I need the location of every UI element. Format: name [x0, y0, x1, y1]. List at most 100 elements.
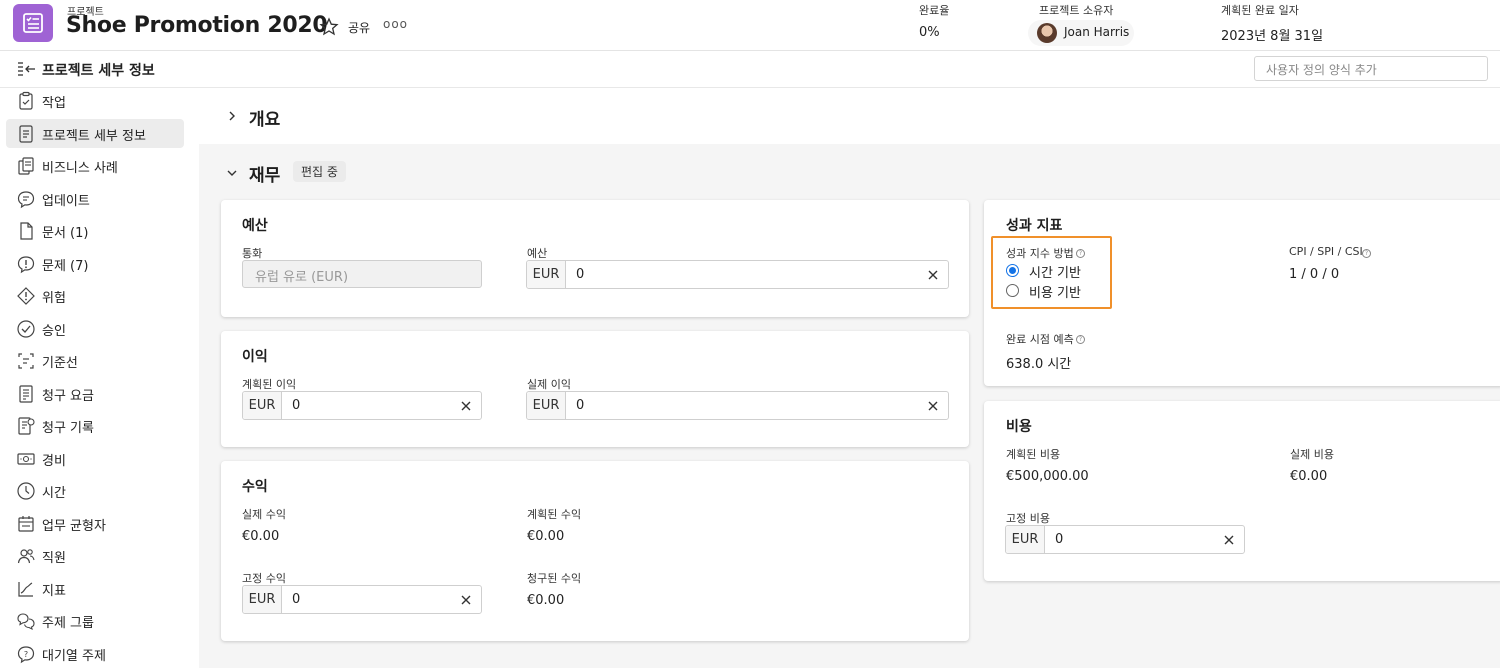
actual-profit-label: 실제 이익 [527, 378, 571, 391]
finance-title[interactable]: 재무 [249, 161, 280, 186]
sidebar-item-8[interactable]: 기준선 [6, 346, 184, 375]
highlight-box [991, 236, 1112, 309]
clear-icon[interactable] [918, 392, 948, 419]
sidebar-item-label: 청구 요금 [42, 388, 94, 404]
profit-title: 이익 [242, 349, 268, 365]
favorite-star-icon[interactable] [319, 17, 339, 37]
currency-code: EUR [243, 586, 282, 613]
billing-rates-icon [19, 384, 33, 403]
sidebar-item-12[interactable]: 시간 [6, 476, 184, 505]
cpi-label: CPI / SPI / CSI [1289, 245, 1363, 258]
fixed-revenue-input[interactable]: EUR 0 [242, 585, 482, 614]
sidebar-item-4[interactable]: 문서 (1) [6, 216, 184, 245]
clear-icon[interactable] [1214, 526, 1244, 553]
sidebar-item-label: 승인 [42, 323, 66, 339]
revenue-card: 수익 실제 수익 €0.00 계획된 수익 €0.00 고정 수익 EUR 0 … [221, 461, 969, 641]
planned-profit-label: 계획된 이익 [242, 378, 297, 391]
sidebar-item-9[interactable]: 청구 요금 [6, 379, 184, 408]
chevron-down-icon[interactable] [226, 168, 238, 178]
help-icon[interactable]: ? [1076, 335, 1085, 344]
billing-records-icon [18, 417, 35, 435]
planned-profit-amount[interactable]: 0 [282, 392, 451, 419]
fixed-cost-label: 고정 비용 [1006, 512, 1050, 525]
sidebar-item-label: 업무 균형자 [42, 518, 106, 534]
profit-card: 이익 계획된 이익 EUR 0 실제 이익 EUR 0 [221, 331, 969, 447]
checklist-icon [23, 13, 43, 33]
queue-topic-icon: ? [17, 645, 35, 663]
sidebar-item-0[interactable]: 작업 [6, 86, 184, 115]
sidebar-item-6[interactable]: 위험 [6, 281, 184, 310]
svg-text:?: ? [24, 650, 28, 659]
sidebar-item-label: 위험 [42, 291, 66, 306]
owner-name[interactable]: Joan Harris [1064, 25, 1129, 39]
billed-revenue-value: €0.00 [527, 593, 565, 608]
forecast-label: 완료 시점 예측 [1006, 333, 1074, 346]
sidebar-item-7[interactable]: 승인 [6, 314, 184, 343]
sidebar-item-16[interactable]: 주제 그룹 [6, 606, 184, 635]
sidebar-nav: 작업프로젝트 세부 정보비즈니스 사례업데이트문서 (1) 문제 (7) 위험승인기… [0, 88, 199, 668]
editing-badge: 편집 중 [293, 161, 346, 182]
sidebar-item-label: 업데이트 [42, 193, 90, 209]
sidebar-item-14[interactable]: 직원 [6, 541, 184, 570]
fixed-revenue-amount[interactable]: 0 [282, 586, 451, 613]
owner-avatar [1037, 23, 1057, 43]
budget-amount[interactable]: 0 [566, 261, 918, 288]
project-title[interactable]: Shoe Promotion 2020 [66, 13, 328, 38]
owner-label: 프로젝트 소유자 [1039, 4, 1114, 17]
sidebar-item-2[interactable]: 비즈니스 사례 [6, 151, 184, 180]
fixed-cost-input[interactable]: EUR 0 [1005, 525, 1245, 554]
more-options-button[interactable]: ooo [383, 17, 408, 31]
sidebar-item-17[interactable]: ? 대기열 주제 [6, 639, 184, 668]
sidebar-item-label: 기준선 [42, 356, 78, 371]
actual-cost-value: €0.00 [1290, 469, 1328, 484]
revenue-title: 수익 [242, 479, 268, 495]
currency-label: 통화 [242, 247, 263, 260]
share-button[interactable]: 공유 [348, 19, 370, 36]
overview-section[interactable]: 개요 [199, 88, 1500, 144]
sidebar-item-3[interactable]: 업데이트 [6, 184, 184, 213]
metrics-line-icon [18, 581, 33, 597]
clear-icon[interactable] [918, 261, 948, 288]
billed-revenue-label: 청구된 수익 [527, 572, 582, 585]
sidebar-item-5[interactable]: 문제 (7) [6, 249, 184, 278]
sidebar-item-1[interactable]: 프로젝트 세부 정보 [6, 118, 184, 148]
workload-calendar-icon [18, 515, 34, 532]
planned-completion-value[interactable]: 2023년 8월 31일 [1221, 25, 1323, 44]
add-custom-form-input[interactable]: 사용자 정의 양식 추가 [1254, 56, 1488, 81]
actual-profit-input[interactable]: EUR 0 [526, 391, 949, 420]
sidebar-item-10[interactable]: 청구 기록 [6, 411, 184, 440]
business-case-icon [18, 157, 34, 175]
clock-icon [17, 482, 35, 500]
currency-field: 유럽 유로 (EUR) [242, 260, 482, 288]
actual-cost-label: 실제 비용 [1290, 448, 1334, 461]
planned-revenue-label: 계획된 수익 [527, 508, 582, 521]
overview-title[interactable]: 개요 [249, 105, 280, 130]
planned-profit-input[interactable]: EUR 0 [242, 391, 482, 420]
sidebar-item-label: 직원 [42, 551, 66, 566]
budget-input[interactable]: EUR 0 [526, 260, 949, 289]
people-icon [17, 549, 35, 564]
actual-profit-amount[interactable]: 0 [566, 392, 918, 419]
expense-money-icon [17, 452, 35, 465]
project-header: 프로젝트 Shoe Promotion 2020 공유 ooo 완료율 0% 프… [0, 0, 1500, 51]
sidebar-item-label: 문제 (7) [42, 258, 89, 274]
sidebar-item-label: 경비 [42, 453, 66, 469]
clear-icon[interactable] [451, 392, 481, 419]
planned-cost-label: 계획된 비용 [1006, 448, 1061, 461]
currency-code: EUR [527, 392, 566, 419]
fixed-cost-amount[interactable]: 0 [1045, 526, 1214, 553]
clear-icon[interactable] [451, 586, 481, 613]
chevron-right-icon[interactable] [227, 110, 237, 122]
issue-bubble-icon [17, 255, 35, 273]
sidebar-item-15[interactable]: 지표 [6, 574, 184, 603]
cpi-value: 1 / 0 / 0 [1289, 267, 1340, 282]
collapse-panel-icon[interactable] [16, 61, 36, 77]
topic-group-icon [17, 613, 35, 631]
sidebar-item-11[interactable]: 경비 [6, 444, 184, 473]
baseline-icon [18, 353, 34, 369]
sidebar-item-13[interactable]: 업무 균형자 [6, 509, 184, 538]
project-app-icon[interactable] [13, 4, 53, 42]
help-icon[interactable]: ? [1362, 249, 1371, 258]
completion-label: 완료율 [919, 4, 950, 17]
cost-title: 비용 [1006, 419, 1032, 435]
